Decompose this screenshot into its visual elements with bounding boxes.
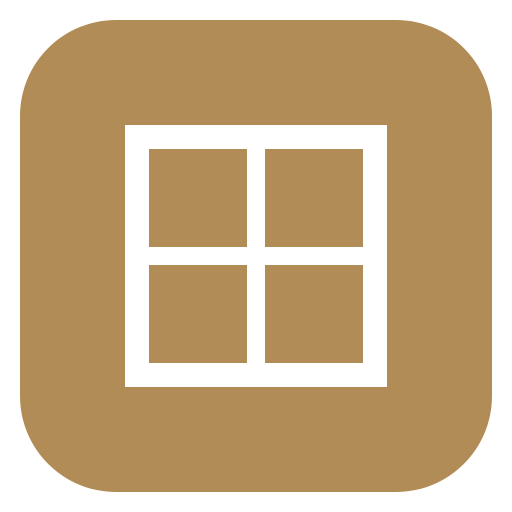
grid-window-icon <box>125 125 387 387</box>
grid-frame <box>125 125 387 387</box>
app-icon[interactable] <box>20 20 492 492</box>
